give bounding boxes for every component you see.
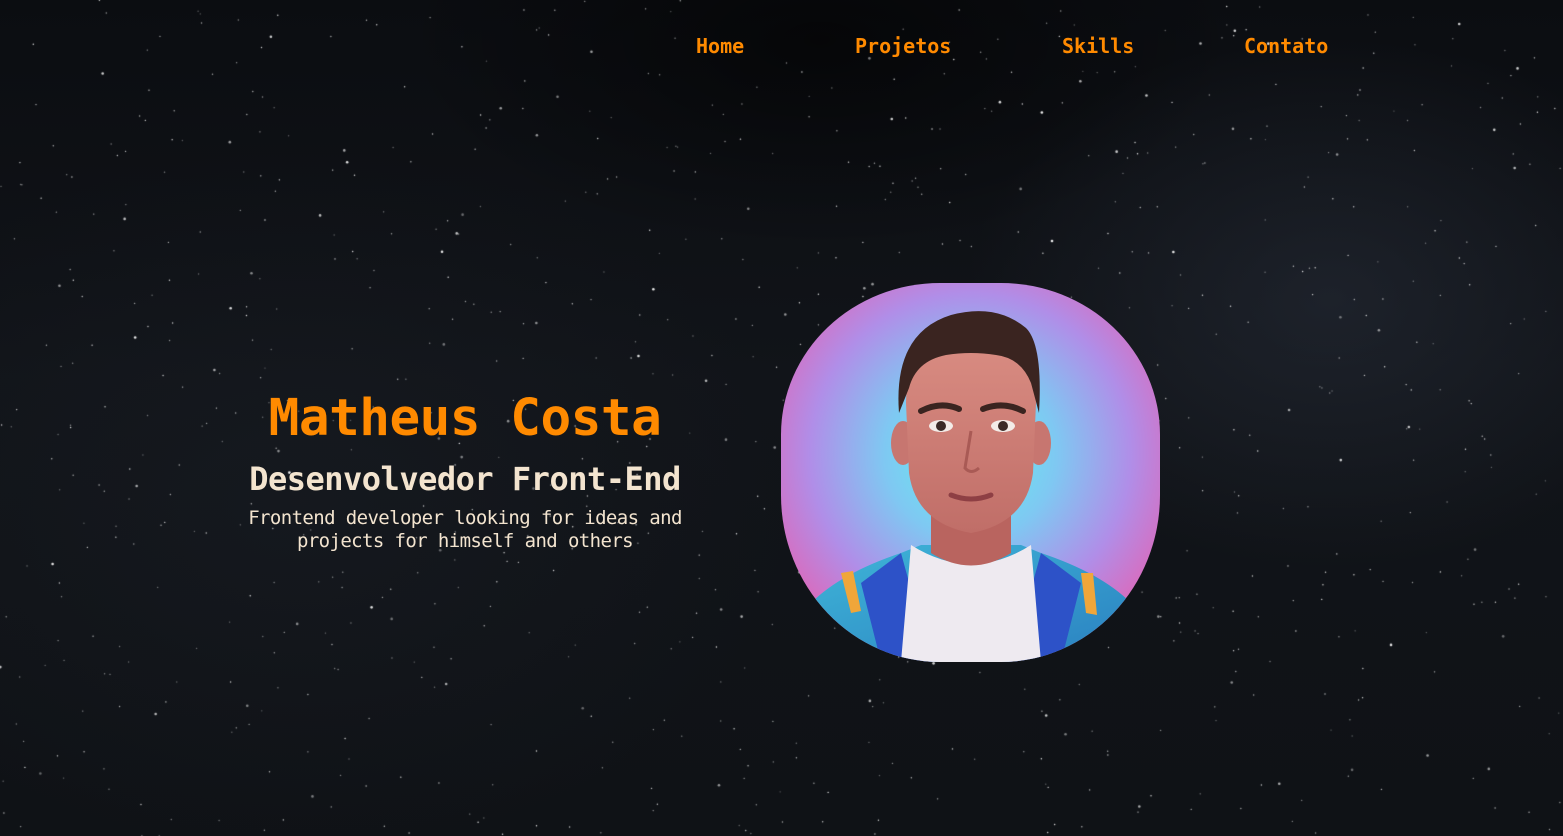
nav-link-contato[interactable]: Contato: [1244, 33, 1328, 59]
hero-intro: Matheus Costa Desenvolvedor Front-End Fr…: [215, 385, 715, 553]
nav-link-projetos[interactable]: Projetos: [855, 33, 951, 59]
avatar: [781, 283, 1160, 662]
hero-role: Desenvolvedor Front-End: [249, 460, 681, 498]
nav-link-skills[interactable]: Skills: [1062, 33, 1134, 59]
profile-portrait-illustration: [781, 283, 1160, 662]
nav-link-home[interactable]: Home: [696, 33, 744, 59]
top-nav: Home Projetos Skills Contato: [0, 0, 1563, 95]
hero-description: Frontend developer looking for ideas and…: [248, 507, 682, 552]
page: Home Projetos Skills Contato Matheus Cos…: [0, 0, 1563, 836]
hero-name: Matheus Costa: [268, 389, 662, 448]
